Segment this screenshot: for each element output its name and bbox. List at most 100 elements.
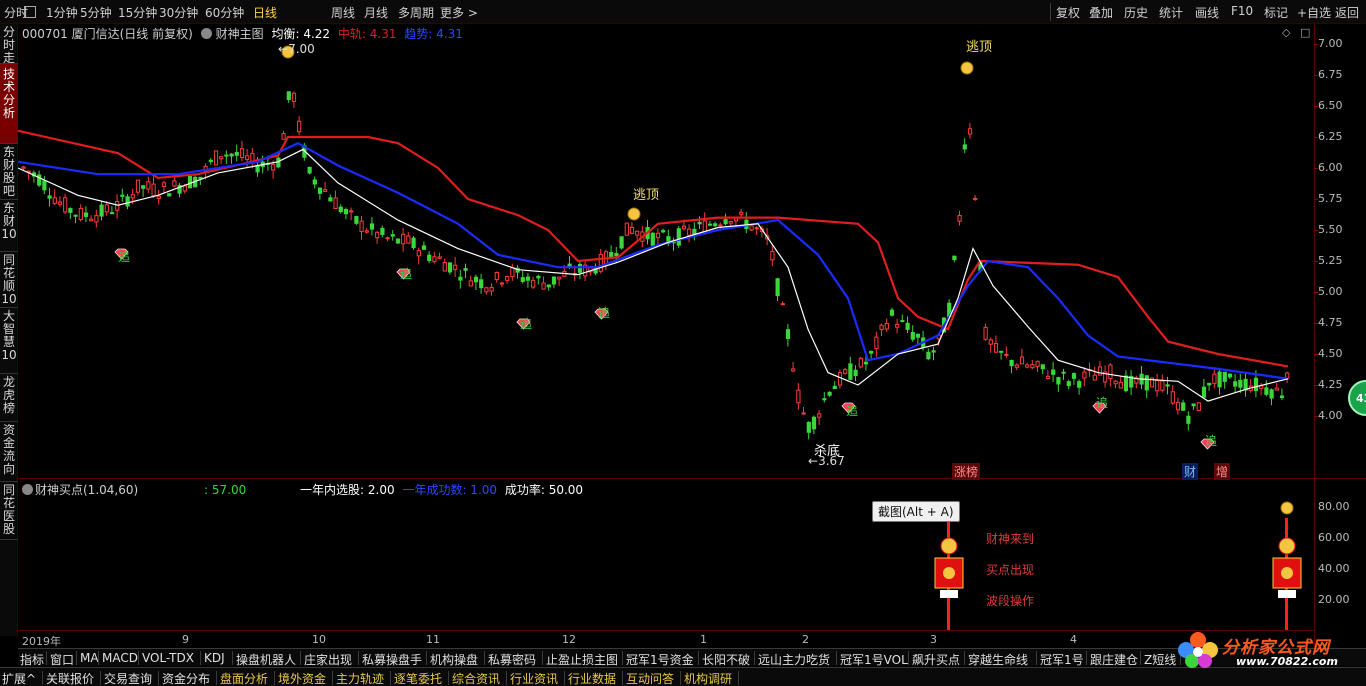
cai-tag[interactable]: 财: [1182, 463, 1199, 480]
yaxis-tick: [1314, 416, 1318, 417]
indicator-tab[interactable]: 冠军1号VOL: [840, 651, 908, 668]
yaxis-tick-label: 6.00: [1318, 161, 1343, 174]
xaxis-label: 12: [562, 633, 576, 646]
candle-body: [458, 276, 463, 281]
bottom-tab[interactable]: 关联报价: [46, 670, 94, 686]
sidebar-item-timeshare[interactable]: 分时走势: [0, 24, 18, 78]
indicator-tab[interactable]: 操盘机器人: [236, 651, 296, 668]
bottom-tab[interactable]: 逐笔委托: [394, 670, 442, 686]
candle-body: [541, 282, 546, 290]
mark-button[interactable]: 标记: [1264, 4, 1288, 21]
candle-body: [967, 128, 973, 135]
xaxis-label: 1: [700, 633, 707, 646]
tab-period-more[interactable]: 更多 >: [440, 4, 478, 21]
indicator-tab[interactable]: 远山主力吃货: [758, 651, 830, 668]
tab-period-5min[interactable]: 5分钟: [80, 4, 112, 21]
candle-body: [1071, 373, 1077, 379]
add-watchlist-button[interactable]: +自选: [1297, 4, 1331, 21]
bottom-tab[interactable]: 盘面分析: [220, 670, 268, 686]
sidebar-item-dzh10[interactable]: 大智慧10: [0, 308, 18, 374]
candle-body: [853, 369, 858, 377]
yaxis-tick-label: 4.75: [1318, 316, 1343, 329]
candlestick-chart[interactable]: [18, 24, 1314, 478]
indicator-tab[interactable]: 飙升买点: [912, 651, 960, 668]
sidebar-item-technical[interactable]: 技术分析: [0, 64, 18, 144]
indicator-tab[interactable]: 长阳不破: [702, 651, 750, 668]
indicator-tab[interactable]: KDJ: [204, 651, 225, 665]
tab-period-15min[interactable]: 15分钟: [118, 4, 157, 21]
candle-body: [130, 194, 135, 199]
tab-period-multi[interactable]: 多周期: [398, 4, 434, 21]
back-button[interactable]: 返回: [1335, 4, 1359, 21]
indicator-tab[interactable]: 窗口: [50, 651, 74, 668]
candle-body: [281, 133, 286, 140]
candle-body: [520, 277, 525, 282]
bottom-tab[interactable]: 交易查询: [104, 670, 152, 686]
candle-body: [323, 189, 328, 192]
history-button[interactable]: 历史: [1124, 4, 1148, 21]
restore-rights-button[interactable]: 复权: [1056, 4, 1080, 21]
indicator-tab[interactable]: 私募密码: [488, 651, 536, 668]
bottom-tab[interactable]: 扩展^: [2, 670, 36, 686]
zeng-tag[interactable]: 增: [1214, 463, 1231, 480]
bottom-tab[interactable]: 主力轨迹: [336, 670, 384, 686]
indicator-tab[interactable]: 冠军1号: [1040, 651, 1084, 668]
bottom-tab[interactable]: 行业资讯: [510, 670, 558, 686]
candle-body: [801, 412, 806, 415]
bottom-tab[interactable]: 境外资金: [278, 670, 326, 686]
draw-line-button[interactable]: 画线: [1195, 4, 1219, 21]
indicator-tab[interactable]: MACD: [102, 651, 138, 665]
buy-signal-chart[interactable]: [18, 480, 1314, 630]
statistics-button[interactable]: 统计: [1159, 4, 1183, 21]
indicator-tab[interactable]: 穿越生命线: [968, 651, 1028, 668]
indicator-tab[interactable]: 止盈止损主图: [546, 651, 618, 668]
high-price-label: ←7.00: [278, 42, 315, 56]
tab-period-30min[interactable]: 30分钟: [159, 4, 198, 21]
indicator-tab[interactable]: 私募操盘手: [362, 651, 422, 668]
tab-period-week[interactable]: 周线: [331, 4, 355, 21]
tab-period-60min[interactable]: 60分钟: [205, 4, 244, 21]
indicator-tab[interactable]: MA: [80, 651, 99, 665]
sidebar-item-medical[interactable]: 同花医股: [0, 482, 18, 540]
sidebar-item-guba[interactable]: 东财股吧: [0, 144, 18, 200]
sidebar-item-ths10[interactable]: 同花顺10: [0, 252, 18, 308]
candle-body: [957, 215, 962, 222]
bottom-tab[interactable]: 行业数据: [568, 670, 616, 686]
indicator-tab[interactable]: VOL-TDX: [142, 651, 194, 665]
bottom-tab[interactable]: 综合资讯: [452, 670, 500, 686]
divider: [390, 671, 391, 685]
divider: [200, 651, 201, 665]
indicator-tab[interactable]: 机构操盘: [430, 651, 478, 668]
indicator-tab[interactable]: 冠军1号资金: [626, 651, 694, 668]
sidebar-item-lhb[interactable]: 龙虎榜: [0, 374, 18, 422]
status-badge[interactable]: 43: [1348, 380, 1366, 416]
candle-body: [364, 230, 369, 233]
sidebar-item-dongcai10[interactable]: 东财10: [0, 200, 18, 252]
indicator-tab[interactable]: 指标: [20, 651, 44, 668]
tab-period-day[interactable]: 日线: [253, 4, 277, 21]
bottom-tab[interactable]: 互动问答: [626, 670, 674, 686]
window-toggle-icon[interactable]: [24, 6, 36, 18]
indicator-tab[interactable]: 跟庄建仓: [1090, 651, 1138, 668]
period-toolbar: 分时 1分钟 5分钟 15分钟 30分钟 60分钟 日线 周线 月线 多周期 更…: [0, 0, 1366, 24]
f10-button[interactable]: F10: [1231, 4, 1253, 18]
yaxis-tick-label: 6.25: [1318, 130, 1343, 143]
bottom-tab[interactable]: 机构调研: [684, 670, 732, 686]
candle-body: [432, 256, 437, 263]
candle-body: [1025, 364, 1030, 368]
yaxis-tick: [1314, 261, 1318, 262]
tab-period-1min[interactable]: 1分钟: [46, 4, 78, 21]
money-bag-icon: [627, 207, 641, 221]
candle-body: [1170, 391, 1175, 404]
candle-body: [848, 363, 853, 380]
indicator-tab[interactable]: 庄家出现: [304, 651, 352, 668]
sidebar-item-fundflow[interactable]: 资金流向: [0, 422, 18, 482]
tab-period-month[interactable]: 月线: [364, 4, 388, 21]
candle-body: [213, 150, 219, 166]
candle-body: [650, 232, 655, 246]
bottom-tab[interactable]: 资金分布: [162, 670, 210, 686]
candle-body: [401, 233, 406, 245]
candle-body: [494, 271, 499, 281]
overlay-button[interactable]: 叠加: [1089, 4, 1113, 21]
zhangbang-tag[interactable]: 涨榜: [952, 463, 981, 480]
